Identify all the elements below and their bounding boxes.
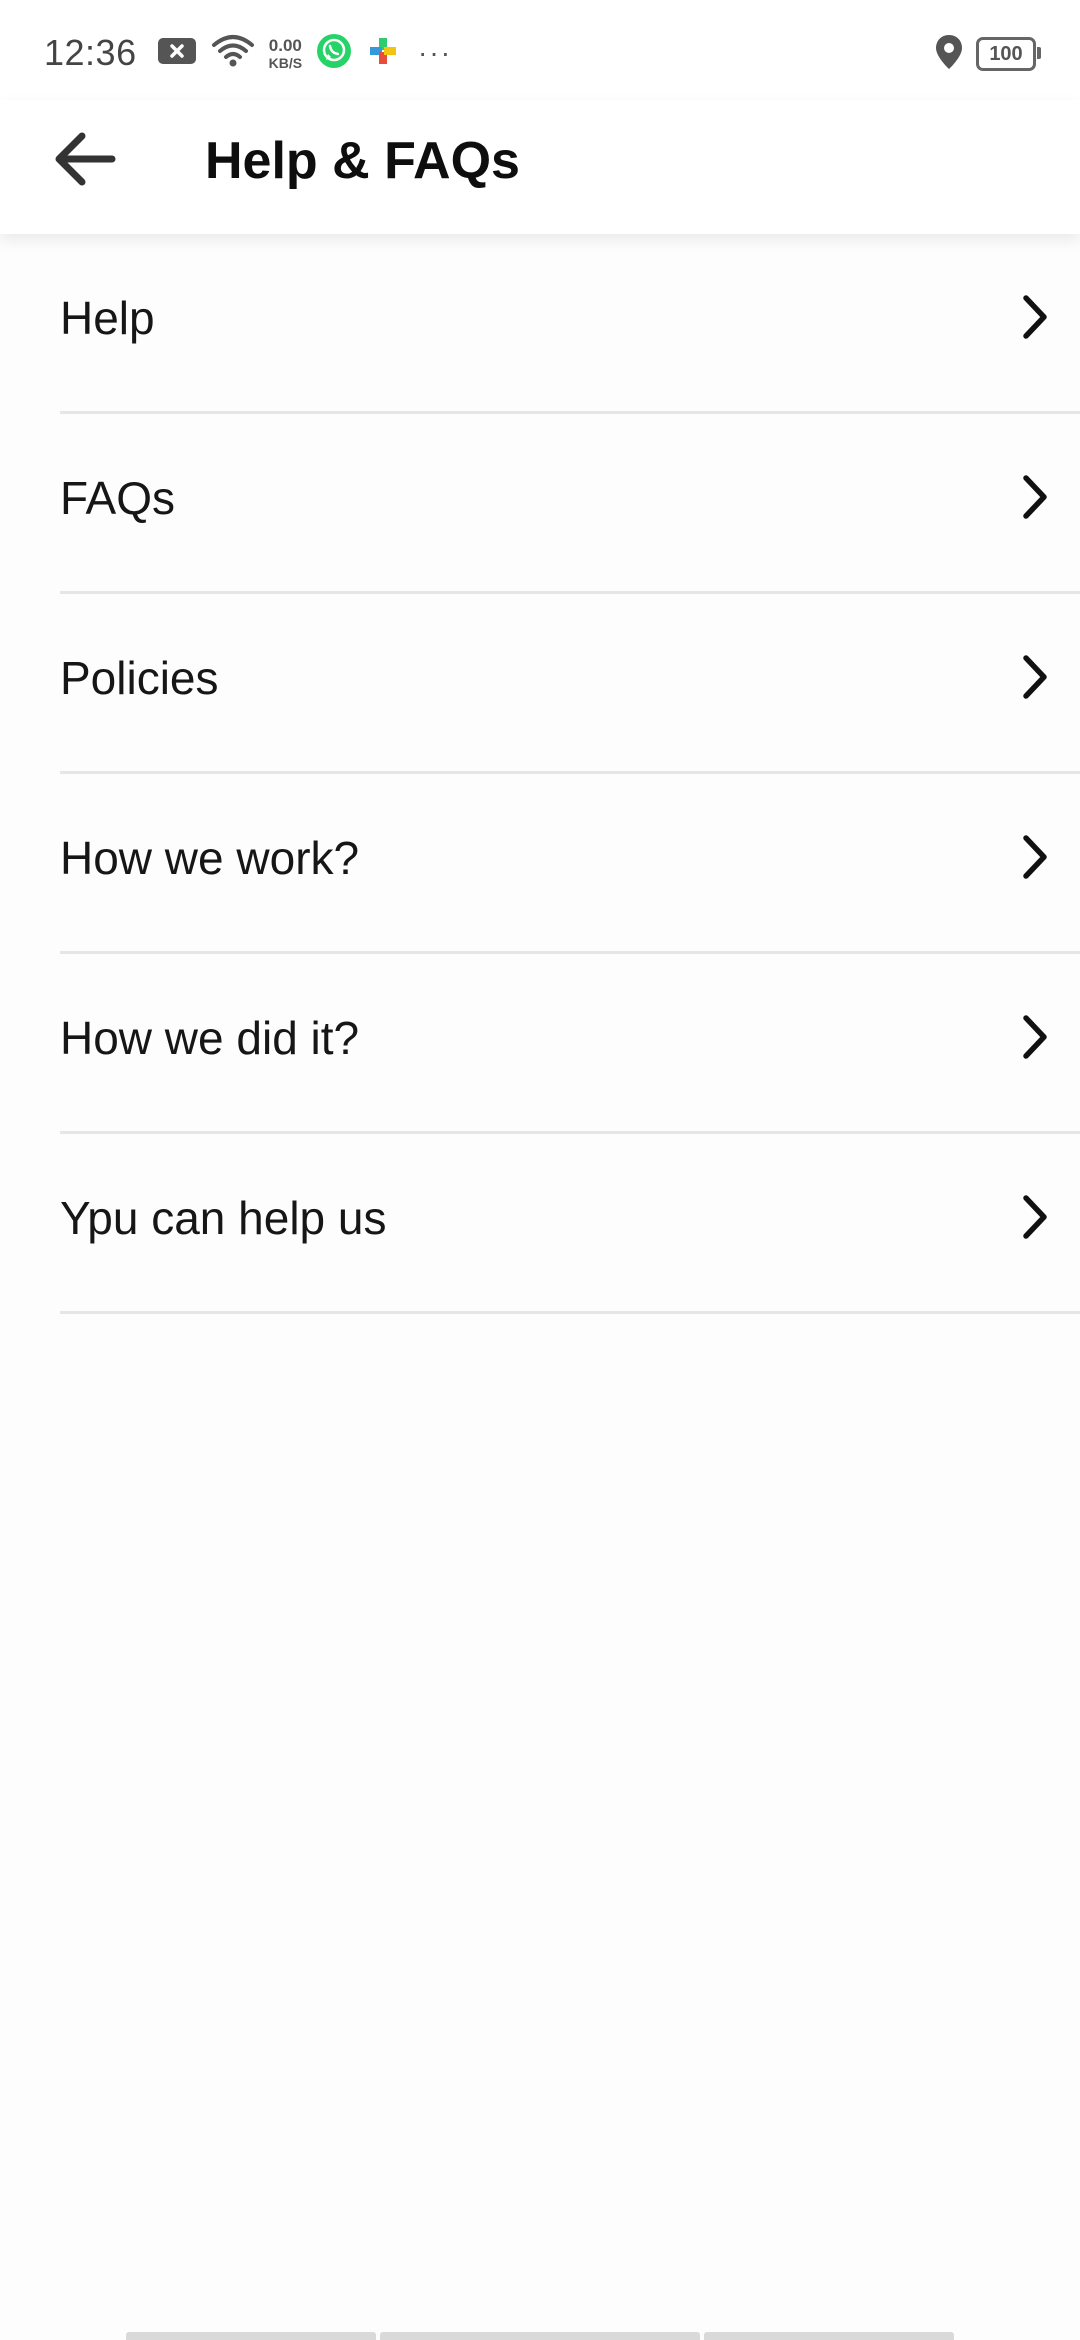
menu-item-label: How we did it?: [60, 1012, 360, 1064]
network-speed-value: 0.00: [268, 35, 302, 55]
menu-item-help[interactable]: Help: [0, 234, 1080, 414]
chevron-right-icon: [1014, 472, 1054, 522]
page-title: Help & FAQs: [205, 132, 520, 190]
menu-item-faqs[interactable]: FAQs: [0, 414, 1080, 594]
battery-level: 100: [989, 42, 1023, 65]
back-button[interactable]: [52, 124, 148, 198]
wifi-icon: [211, 34, 255, 73]
chevron-right-icon: [1014, 832, 1054, 882]
menu-item-policies[interactable]: Policies: [0, 594, 1080, 774]
network-speed: 0.00 KB/S: [269, 37, 302, 70]
app-bar: Help & FAQs: [0, 100, 1080, 234]
menu-item-how-we-did-it[interactable]: How we did it?: [0, 954, 1080, 1134]
status-left: 12:36 0.00 KB/S ···: [44, 28, 452, 78]
app-notification-icon: [366, 34, 400, 73]
whatsapp-icon: [316, 33, 352, 74]
arrow-left-icon: [52, 129, 116, 194]
chevron-right-icon: [1014, 1192, 1054, 1242]
menu-item-how-we-work[interactable]: How we work?: [0, 774, 1080, 954]
chevron-right-icon: [1014, 652, 1054, 702]
status-right: 100: [934, 32, 1041, 76]
chevron-right-icon: [1014, 292, 1054, 342]
chevron-right-icon: [1014, 1012, 1054, 1062]
menu-item-label: Help: [60, 292, 155, 344]
menu-item-label: Policies: [60, 652, 219, 704]
location-icon: [934, 34, 964, 75]
menu-item-label: How we work?: [60, 832, 360, 884]
status-bar: 12:36 0.00 KB/S ··· 100: [0, 0, 1080, 100]
gesture-segment: [380, 2332, 700, 2340]
more-notifications: ···: [418, 37, 453, 68]
divider: [60, 1311, 1080, 1314]
gesture-bar: [0, 2330, 1080, 2340]
menu-item-you-can-help-us[interactable]: Ypu can help us: [0, 1134, 1080, 1314]
gesture-segment: [126, 2332, 376, 2340]
notification-blocked-icon: [157, 36, 197, 71]
status-time: 12:36: [44, 32, 137, 73]
menu-item-label: Ypu can help us: [60, 1192, 387, 1244]
help-menu-list: Help FAQs Policies How we work? How we d…: [0, 234, 1080, 1314]
battery-icon: 100: [976, 37, 1041, 71]
menu-item-label: FAQs: [60, 472, 176, 524]
network-speed-unit: KB/S: [268, 54, 303, 71]
gesture-segment: [704, 2332, 954, 2340]
